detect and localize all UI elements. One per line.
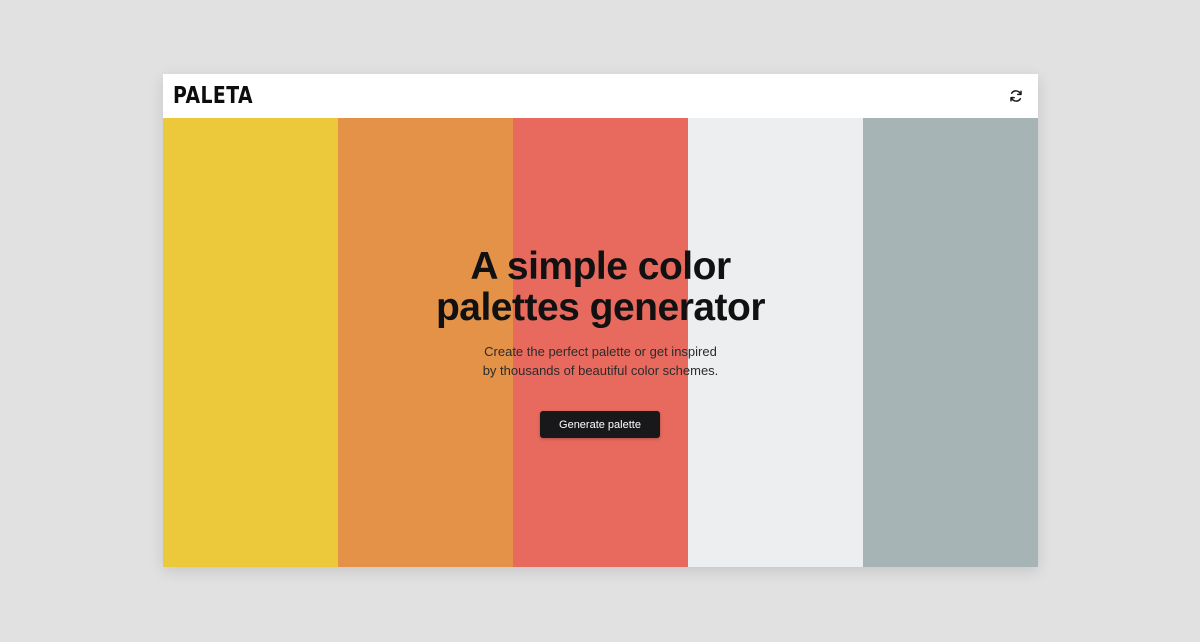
logo[interactable]: PALETA: [173, 82, 253, 110]
generate-palette-button[interactable]: Generate palette: [540, 411, 660, 438]
hero-title: A simple color palettes generator: [163, 246, 1038, 328]
refresh-palette-button[interactable]: [1008, 88, 1024, 104]
hero-title-line-2: palettes generator: [435, 286, 766, 329]
top-bar: PALETA: [163, 74, 1038, 118]
app-window: PALETA A simple color palettes generator…: [163, 74, 1038, 567]
hero-title-line-1: A simple color: [470, 245, 731, 288]
hero: A simple color palettes generator Create…: [163, 118, 1038, 567]
refresh-icon: [1010, 90, 1022, 102]
hero-subtitle-line-1: Create the perfect palette or get inspir…: [484, 344, 717, 359]
hero-subtitle: Create the perfect palette or get inspir…: [163, 342, 1038, 380]
hero-subtitle-line-2: by thousands of beautiful color schemes.: [482, 363, 719, 378]
